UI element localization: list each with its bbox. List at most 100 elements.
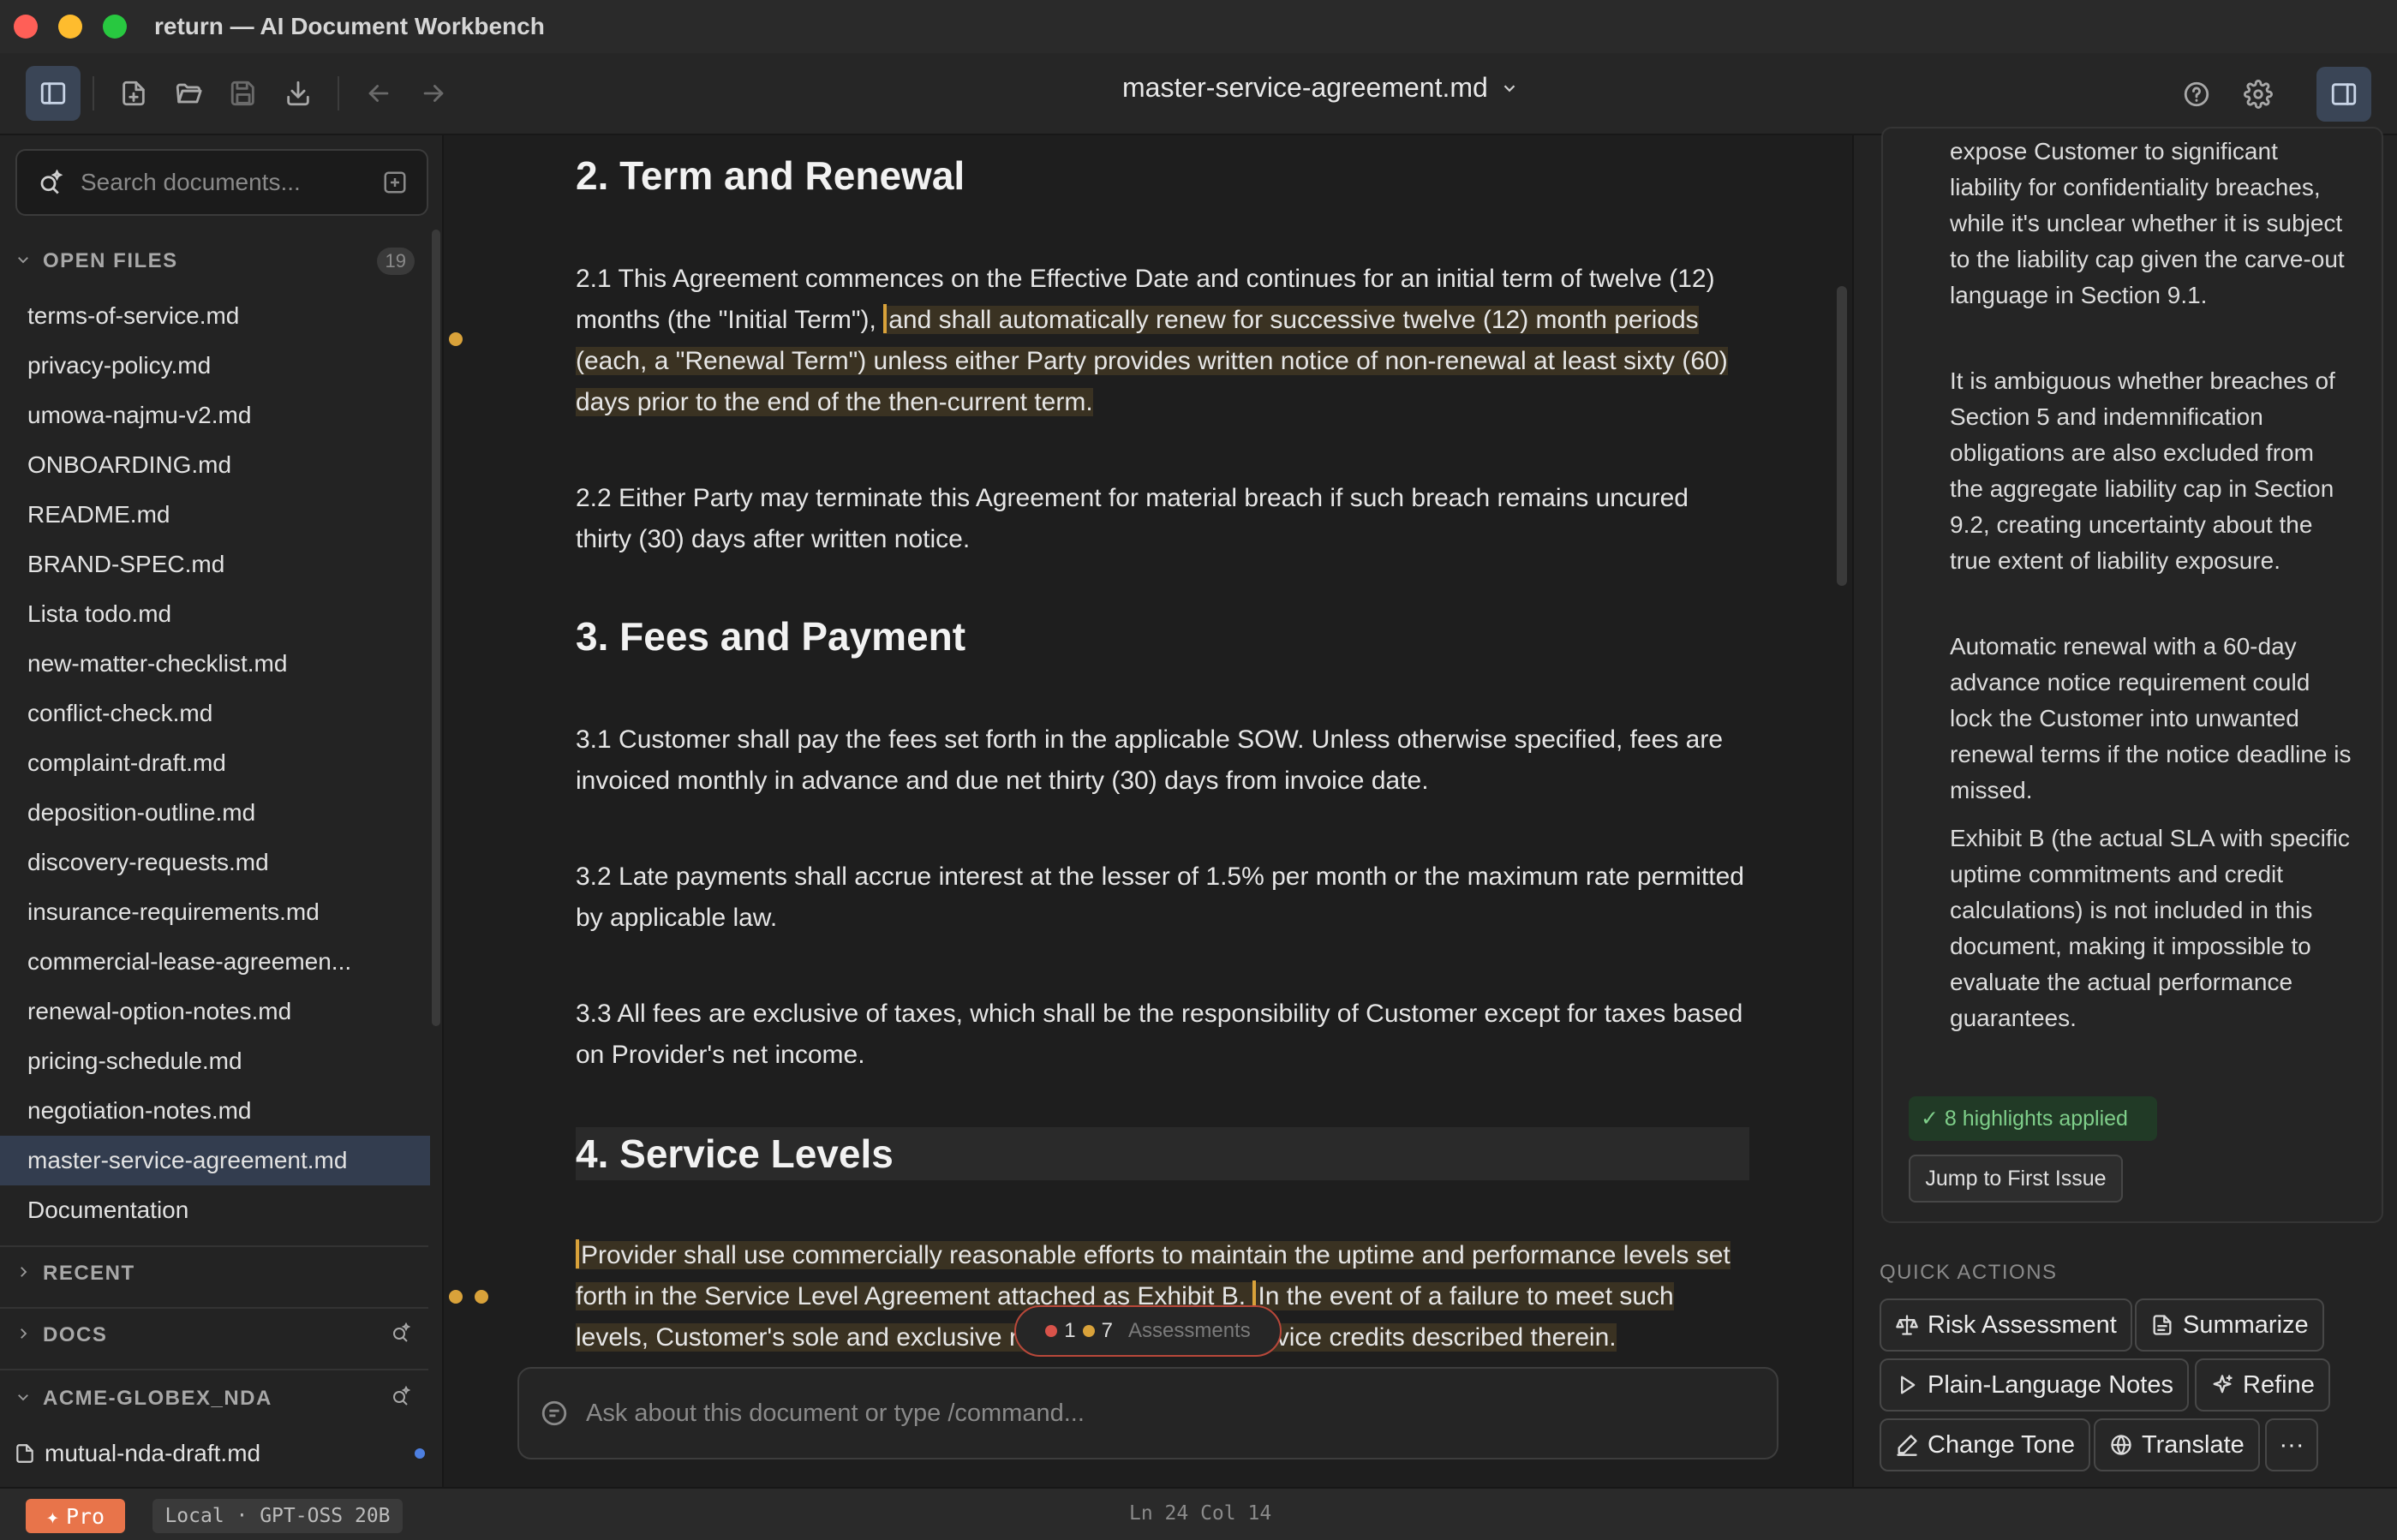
zoom-window-button[interactable] — [103, 15, 127, 39]
file-item[interactable]: negotiation-notes.md — [0, 1086, 430, 1136]
editor-scrollbar[interactable] — [1837, 286, 1847, 586]
section-label: OPEN FILES — [43, 249, 178, 272]
toggle-panel-button[interactable] — [2316, 67, 2371, 122]
section-heading: 3. Fees and Payment — [576, 614, 966, 659]
summarize-button[interactable]: Summarize — [2135, 1298, 2324, 1352]
file-item[interactable]: terms-of-service.md — [0, 291, 430, 341]
save-button[interactable] — [216, 66, 271, 121]
gear-icon — [2244, 80, 2273, 109]
open-files-count: 19 — [376, 248, 415, 275]
assessment-paragraph: expose Customer to significant liability… — [1950, 138, 2345, 308]
risk-assessment-button[interactable]: Risk Assessment — [1880, 1298, 2132, 1352]
divider — [0, 1369, 428, 1370]
chevron-down-icon — [15, 1388, 39, 1410]
window-controls — [14, 15, 127, 39]
pen-icon — [1897, 1435, 1917, 1456]
file-item[interactable]: complaint-draft.md — [0, 738, 430, 788]
editor[interactable]: 2. Term and Renewal 2.1 This Agreement c… — [445, 135, 1852, 1487]
forward-button[interactable] — [406, 66, 461, 121]
file-item[interactable]: pricing-schedule.md — [0, 1036, 430, 1086]
play-icon — [1901, 1376, 1916, 1394]
highlight-caret — [883, 304, 888, 333]
file-item[interactable]: README.md — [0, 490, 430, 540]
help-button[interactable] — [2169, 67, 2224, 122]
change-tone-button[interactable]: Change Tone — [1880, 1418, 2091, 1471]
cursor-position: Ln 24 Col 14 — [1129, 1502, 1272, 1525]
chevron-down-icon — [15, 250, 39, 272]
section-label: DOCS — [43, 1323, 108, 1346]
file-item[interactable]: discovery-requests.md — [0, 838, 430, 887]
file-item[interactable]: new-matter-checklist.md — [0, 639, 430, 689]
jump-to-first-issue-button[interactable]: Jump to First Issue — [1909, 1155, 2123, 1203]
sidebar-scrollbar[interactable] — [432, 230, 440, 1026]
more-actions-button[interactable]: ··· — [2265, 1418, 2318, 1471]
file-item[interactable]: insurance-requirements.md — [0, 887, 430, 937]
amber-count: 7 — [1101, 1319, 1113, 1342]
section-heading: 2. Term and Renewal — [576, 153, 965, 198]
file-item[interactable]: Documentation — [0, 1185, 430, 1235]
file-item[interactable]: commercial-lease-agreemen... — [0, 937, 430, 987]
toggle-sidebar-button[interactable] — [26, 66, 81, 121]
chat-placeholder: Ask about this document or type /command… — [586, 1399, 1085, 1427]
new-document-icon[interactable] — [382, 170, 408, 195]
project-file-item[interactable]: mutual-nda-draft.md — [14, 1432, 425, 1475]
sidebar: Search documents... OPEN FILES 19 terms-… — [0, 135, 444, 1487]
pro-badge[interactable]: ✦ Pro — [26, 1499, 125, 1533]
highlight-caret — [576, 1239, 579, 1268]
file-item[interactable]: umowa-najmu-v2.md — [0, 391, 430, 440]
button-label: Plain-Language Notes — [1928, 1370, 2173, 1399]
docs-section-header[interactable]: DOCS — [0, 1314, 428, 1357]
toolbar-divider — [93, 76, 94, 110]
issue-marker[interactable] — [475, 1290, 488, 1304]
file-name: mutual-nda-draft.md — [45, 1440, 261, 1466]
export-button[interactable] — [271, 66, 326, 121]
red-dot-icon — [1045, 1325, 1058, 1337]
assessments-pill[interactable]: 1 7 Assessments — [1014, 1305, 1282, 1357]
chat-input[interactable]: Ask about this document or type /command… — [517, 1367, 1778, 1459]
open-folder-button[interactable] — [161, 66, 216, 121]
issue-marker[interactable] — [449, 1290, 463, 1304]
file-item[interactable]: conflict-check.md — [0, 689, 430, 738]
minimize-window-button[interactable] — [58, 15, 82, 39]
issue-marker[interactable] — [449, 332, 463, 346]
search-documents-field[interactable]: Search documents... — [15, 149, 428, 216]
file-item[interactable]: privacy-policy.md — [0, 341, 430, 391]
button-label: Risk Assessment — [1928, 1310, 2117, 1339]
search-sparkle-icon[interactable] — [391, 1385, 428, 1412]
refine-button[interactable]: Refine — [2195, 1358, 2330, 1412]
divider — [0, 1307, 428, 1309]
project-section-header[interactable]: ACME-GLOBEX_NDA — [0, 1377, 428, 1420]
unsaved-indicator — [415, 1448, 425, 1459]
plain-language-notes-button[interactable]: Plain-Language Notes — [1880, 1358, 2189, 1412]
right-panel-icon — [2331, 83, 2357, 105]
section-heading: 4. Service Levels — [576, 1127, 1749, 1180]
file-item-active[interactable]: master-service-agreement.md — [0, 1136, 430, 1185]
assessment-paragraph: Exhibit B (the actual SLA with specific … — [1950, 825, 2350, 1031]
file-item[interactable]: ONBOARDING.md — [0, 440, 430, 490]
chat-bubble-icon — [540, 1399, 569, 1428]
recent-section-header[interactable]: RECENT — [0, 1252, 428, 1295]
download-icon — [287, 81, 309, 106]
open-files-section-header[interactable]: OPEN FILES 19 — [0, 240, 428, 283]
assessment-paragraph: It is ambiguous whether breaches of Sect… — [1950, 367, 2335, 574]
file-item[interactable]: Lista todo.md — [0, 589, 430, 639]
new-document-button[interactable] — [106, 66, 161, 121]
back-button[interactable] — [351, 66, 406, 121]
chevron-right-icon — [15, 1324, 39, 1346]
model-selector[interactable]: Local · GPT-OSS 20B — [152, 1499, 403, 1533]
settings-button[interactable] — [2231, 67, 2286, 122]
file-item[interactable]: renewal-option-notes.md — [0, 987, 430, 1036]
close-window-button[interactable] — [14, 15, 38, 39]
file-item[interactable]: BRAND-SPEC.md — [0, 540, 430, 589]
save-icon — [230, 81, 254, 106]
search-sparkle-icon[interactable] — [391, 1322, 428, 1349]
status-bar: ✦ Pro Local · GPT-OSS 20B Ln 24 Col 14 — [0, 1487, 2397, 1540]
document-switcher[interactable]: master-service-agreement.md — [1122, 72, 1519, 104]
chevron-down-icon — [1503, 84, 1515, 92]
scale-icon — [1896, 1315, 1918, 1335]
translate-button[interactable]: Translate — [2094, 1418, 2260, 1471]
button-label: Refine — [2243, 1370, 2315, 1399]
button-label: Summarize — [2183, 1310, 2309, 1339]
file-item[interactable]: deposition-outline.md — [0, 788, 430, 838]
sparkle-icon: ✦ — [45, 1503, 59, 1529]
